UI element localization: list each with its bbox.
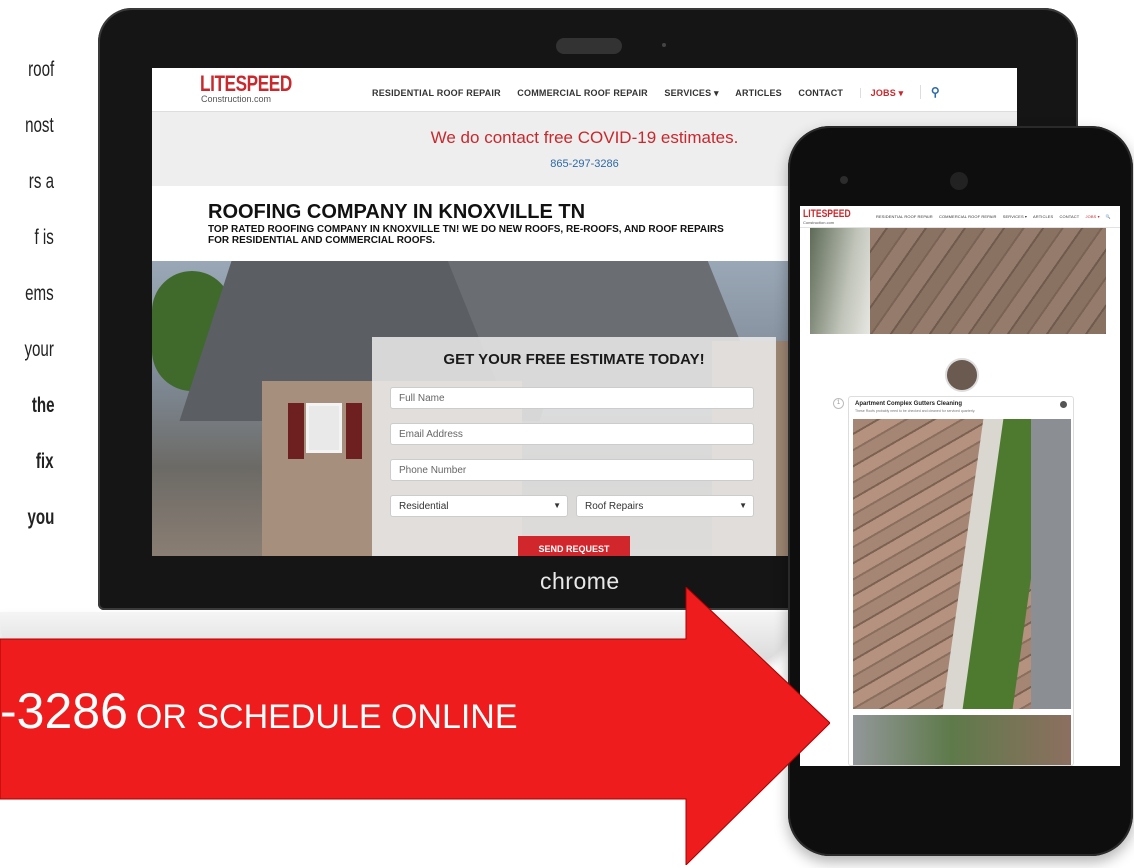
hero-window <box>306 403 342 453</box>
phone-menu: RESIDENTIAL ROOF REPAIR COMMERCIAL ROOF … <box>876 214 1116 219</box>
property-type-value: Residential <box>399 501 449 512</box>
gutter-photo <box>810 228 1106 334</box>
search-icon[interactable]: 🔍 <box>1106 214 1111 219</box>
side-copy-line: you <box>27 506 54 529</box>
card-subtitle: These Roofs probably need to be checked … <box>855 409 976 413</box>
phone-field[interactable]: Phone Number <box>390 459 754 481</box>
collapse-icon[interactable] <box>1060 401 1067 408</box>
laptop-sensor <box>662 43 666 47</box>
menu-residential[interactable]: RESIDENTIAL ROOF REPAIR <box>372 88 501 98</box>
phone-screen: LITESPEED Construction.com RESIDENTIAL R… <box>800 206 1120 766</box>
send-request-button[interactable]: SEND REQUEST <box>518 536 630 556</box>
full-name-field[interactable]: Full Name <box>390 387 754 409</box>
side-copy-line: the <box>31 394 54 417</box>
property-type-select[interactable]: Residential ▼ <box>390 495 568 517</box>
side-copy-line: f is <box>34 226 54 249</box>
gallery-thumbnail[interactable] <box>945 358 979 392</box>
phone-menu-contact[interactable]: CONTACT <box>1060 214 1080 219</box>
phone-camera <box>840 176 848 184</box>
page-headline: ROOFING COMPANY IN KNOXVILLE TN TOP RATE… <box>208 202 808 246</box>
page-subtitle: TOP RATED ROOFING COMPANY IN KNOXVILLE T… <box>208 224 724 246</box>
logo-text: LITESPEED <box>200 71 292 96</box>
phone-menu-commercial[interactable]: COMMERCIAL ROOF REPAIR <box>939 214 997 219</box>
cta-phone: -3286 <box>0 683 128 739</box>
phone-logo[interactable]: LITESPEED <box>803 209 851 220</box>
site-nav: LITESPEED Construction.com RESIDENTIAL R… <box>152 68 1017 112</box>
side-copy-line: ems <box>25 282 54 305</box>
page-title: ROOFING COMPANY IN KNOXVILLE TN <box>208 201 586 223</box>
phone-speaker <box>950 172 968 190</box>
gutter-cleaning-photo[interactable] <box>853 419 1071 709</box>
phone-menu-articles[interactable]: ARTICLES <box>1033 214 1053 219</box>
gutter-strip <box>810 228 870 334</box>
menu-articles[interactable]: ARTICLES <box>735 88 782 98</box>
side-copy-line: rs a <box>28 170 54 193</box>
menu-jobs[interactable]: JOBS ▾ <box>859 88 904 98</box>
card-title: Apartment Complex Gutters Cleaning <box>855 401 963 407</box>
road-strip <box>1031 419 1071 709</box>
parking-lot-photo[interactable] <box>853 715 1071 765</box>
side-copy-line: fix <box>36 450 54 473</box>
phone-logo-subtext: Construction.com <box>803 220 835 225</box>
estimate-form: GET YOUR FREE ESTIMATE TODAY! Full Name … <box>372 337 776 556</box>
phone-menu-services[interactable]: SERVICES ▾ <box>1003 214 1027 219</box>
phone-menu-jobs[interactable]: JOBS ▾ <box>1086 214 1100 219</box>
phone-menu-residential[interactable]: RESIDENTIAL ROOF REPAIR <box>876 214 933 219</box>
hero-shutter <box>288 403 304 459</box>
service-select[interactable]: Roof Repairs ▼ <box>576 495 754 517</box>
cta-schedule: OR SCHEDULE ONLINE <box>135 698 518 736</box>
menu-contact[interactable]: CONTACT <box>798 88 843 98</box>
form-title: GET YOUR FREE ESTIMATE TODAY! <box>443 351 705 368</box>
side-copy-line: roof <box>27 58 54 81</box>
card-number-badge: 1 <box>833 398 844 409</box>
phone-nav: LITESPEED Construction.com RESIDENTIAL R… <box>800 206 1120 228</box>
search-icon[interactable]: ⚲ <box>919 85 940 99</box>
menu-commercial[interactable]: COMMERCIAL ROOF REPAIR <box>517 88 648 98</box>
site-logo[interactable]: LITESPEED Construction.com <box>200 71 318 105</box>
laptop-camera <box>556 38 622 54</box>
side-copy-line: your <box>24 338 54 361</box>
cta-text[interactable]: -3286 OR SCHEDULE ONLINE <box>0 682 518 740</box>
main-menu: RESIDENTIAL ROOF REPAIR COMMERCIAL ROOF … <box>372 85 954 99</box>
chevron-down-icon: ▼ <box>739 501 747 510</box>
menu-services[interactable]: SERVICES ▾ <box>664 88 718 98</box>
gallery-card: Apartment Complex Gutters Cleaning These… <box>848 396 1074 766</box>
chevron-down-icon: ▼ <box>553 501 561 510</box>
side-copy-line: nost <box>25 114 54 137</box>
service-value: Roof Repairs <box>585 501 644 512</box>
email-field[interactable]: Email Address <box>390 423 754 445</box>
hero-shutter <box>346 403 362 459</box>
